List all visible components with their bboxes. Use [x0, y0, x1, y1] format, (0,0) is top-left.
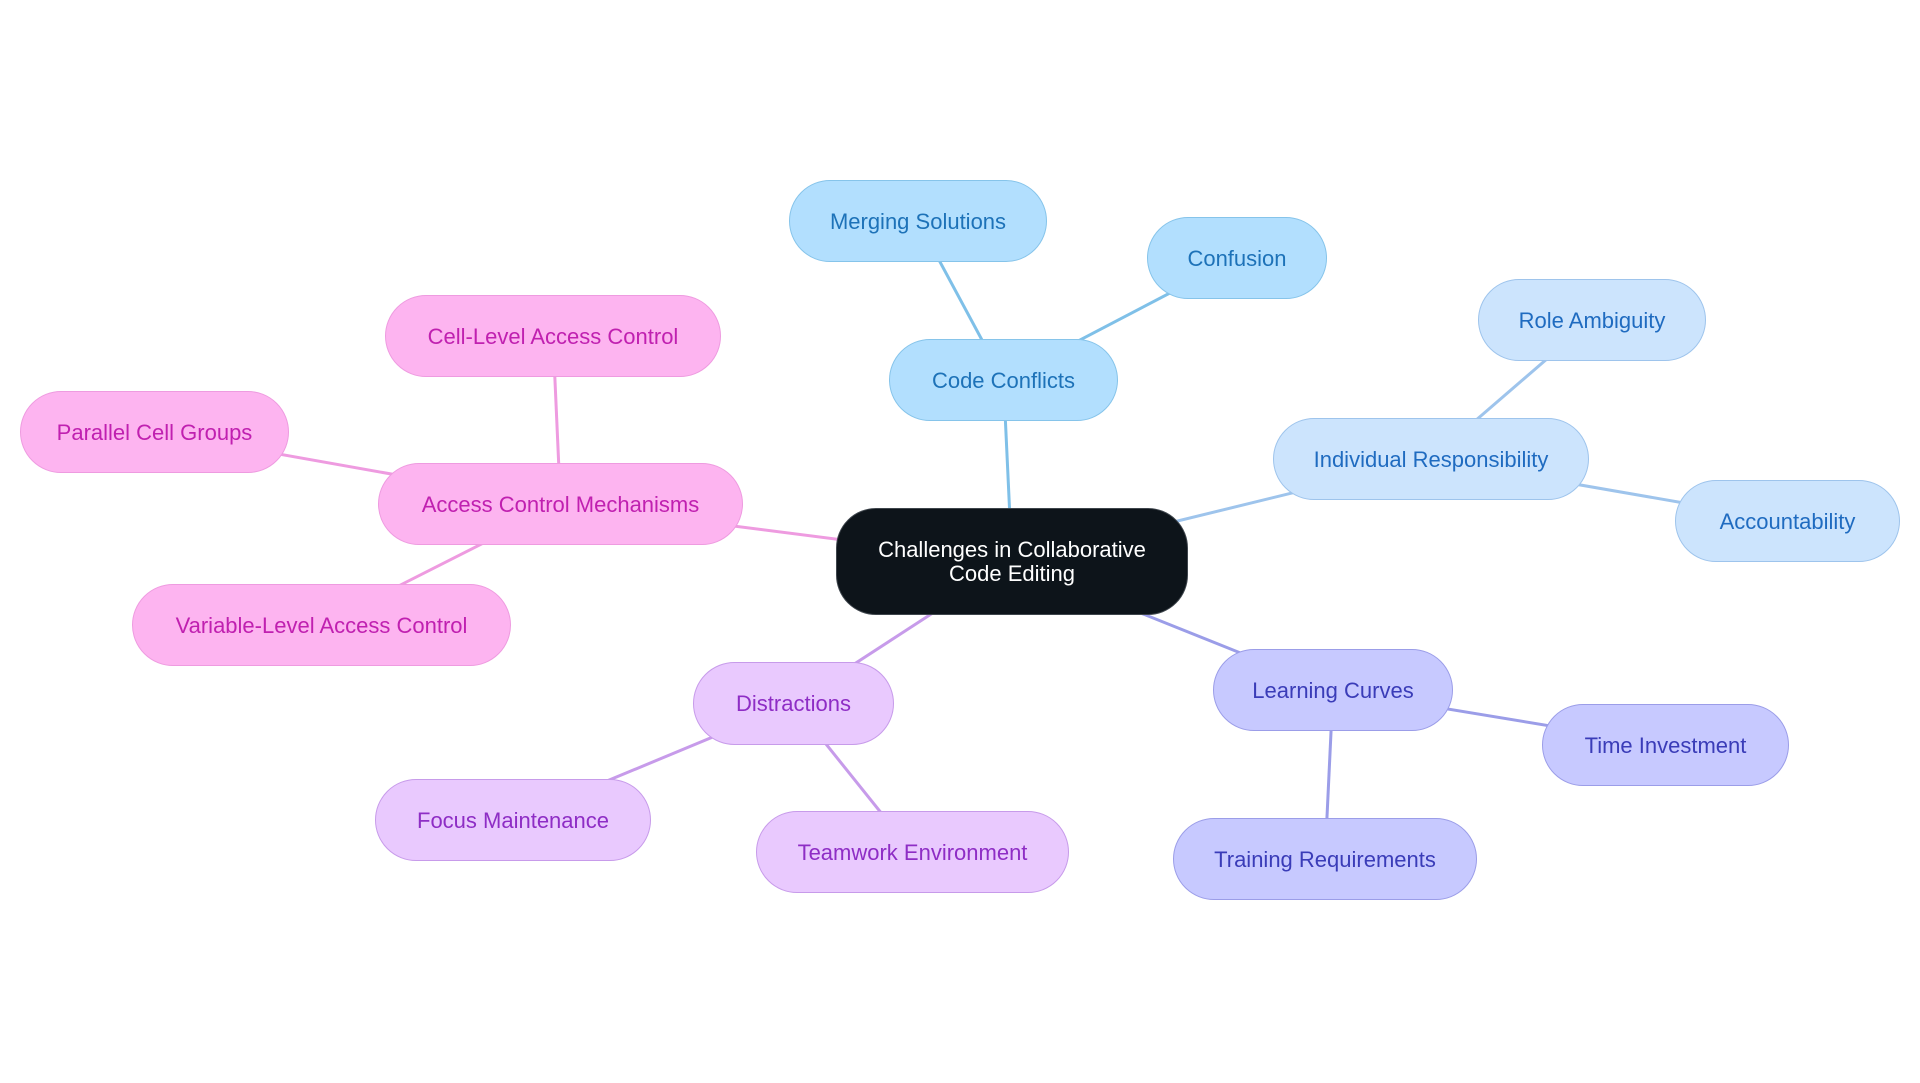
node-accountability[interactable]: Accountability — [1675, 480, 1900, 562]
node-parallel-cell-groups[interactable]: Parallel Cell Groups — [20, 391, 289, 473]
node-time-investment[interactable]: Time Investment — [1542, 704, 1789, 786]
node-access-control-mechanisms[interactable]: Access Control Mechanisms — [378, 463, 743, 545]
node-variable-level-access-control[interactable]: Variable-Level Access Control — [132, 584, 511, 666]
node-code-conflicts[interactable]: Code Conflicts — [889, 339, 1118, 421]
node-training-requirements[interactable]: Training Requirements — [1173, 818, 1477, 900]
node-learning-curves[interactable]: Learning Curves — [1213, 649, 1453, 731]
node-focus-maintenance[interactable]: Focus Maintenance — [375, 779, 651, 861]
node-merging-solutions[interactable]: Merging Solutions — [789, 180, 1047, 262]
node-teamwork-environment[interactable]: Teamwork Environment — [756, 811, 1069, 893]
root-node[interactable]: Challenges in Collaborative Code Editing — [836, 508, 1188, 615]
node-individual-responsibility[interactable]: Individual Responsibility — [1273, 418, 1589, 500]
node-distractions[interactable]: Distractions — [693, 662, 894, 745]
node-confusion[interactable]: Confusion — [1147, 217, 1327, 299]
node-role-ambiguity[interactable]: Role Ambiguity — [1478, 279, 1706, 361]
node-cell-level-access-control[interactable]: Cell-Level Access Control — [385, 295, 721, 377]
